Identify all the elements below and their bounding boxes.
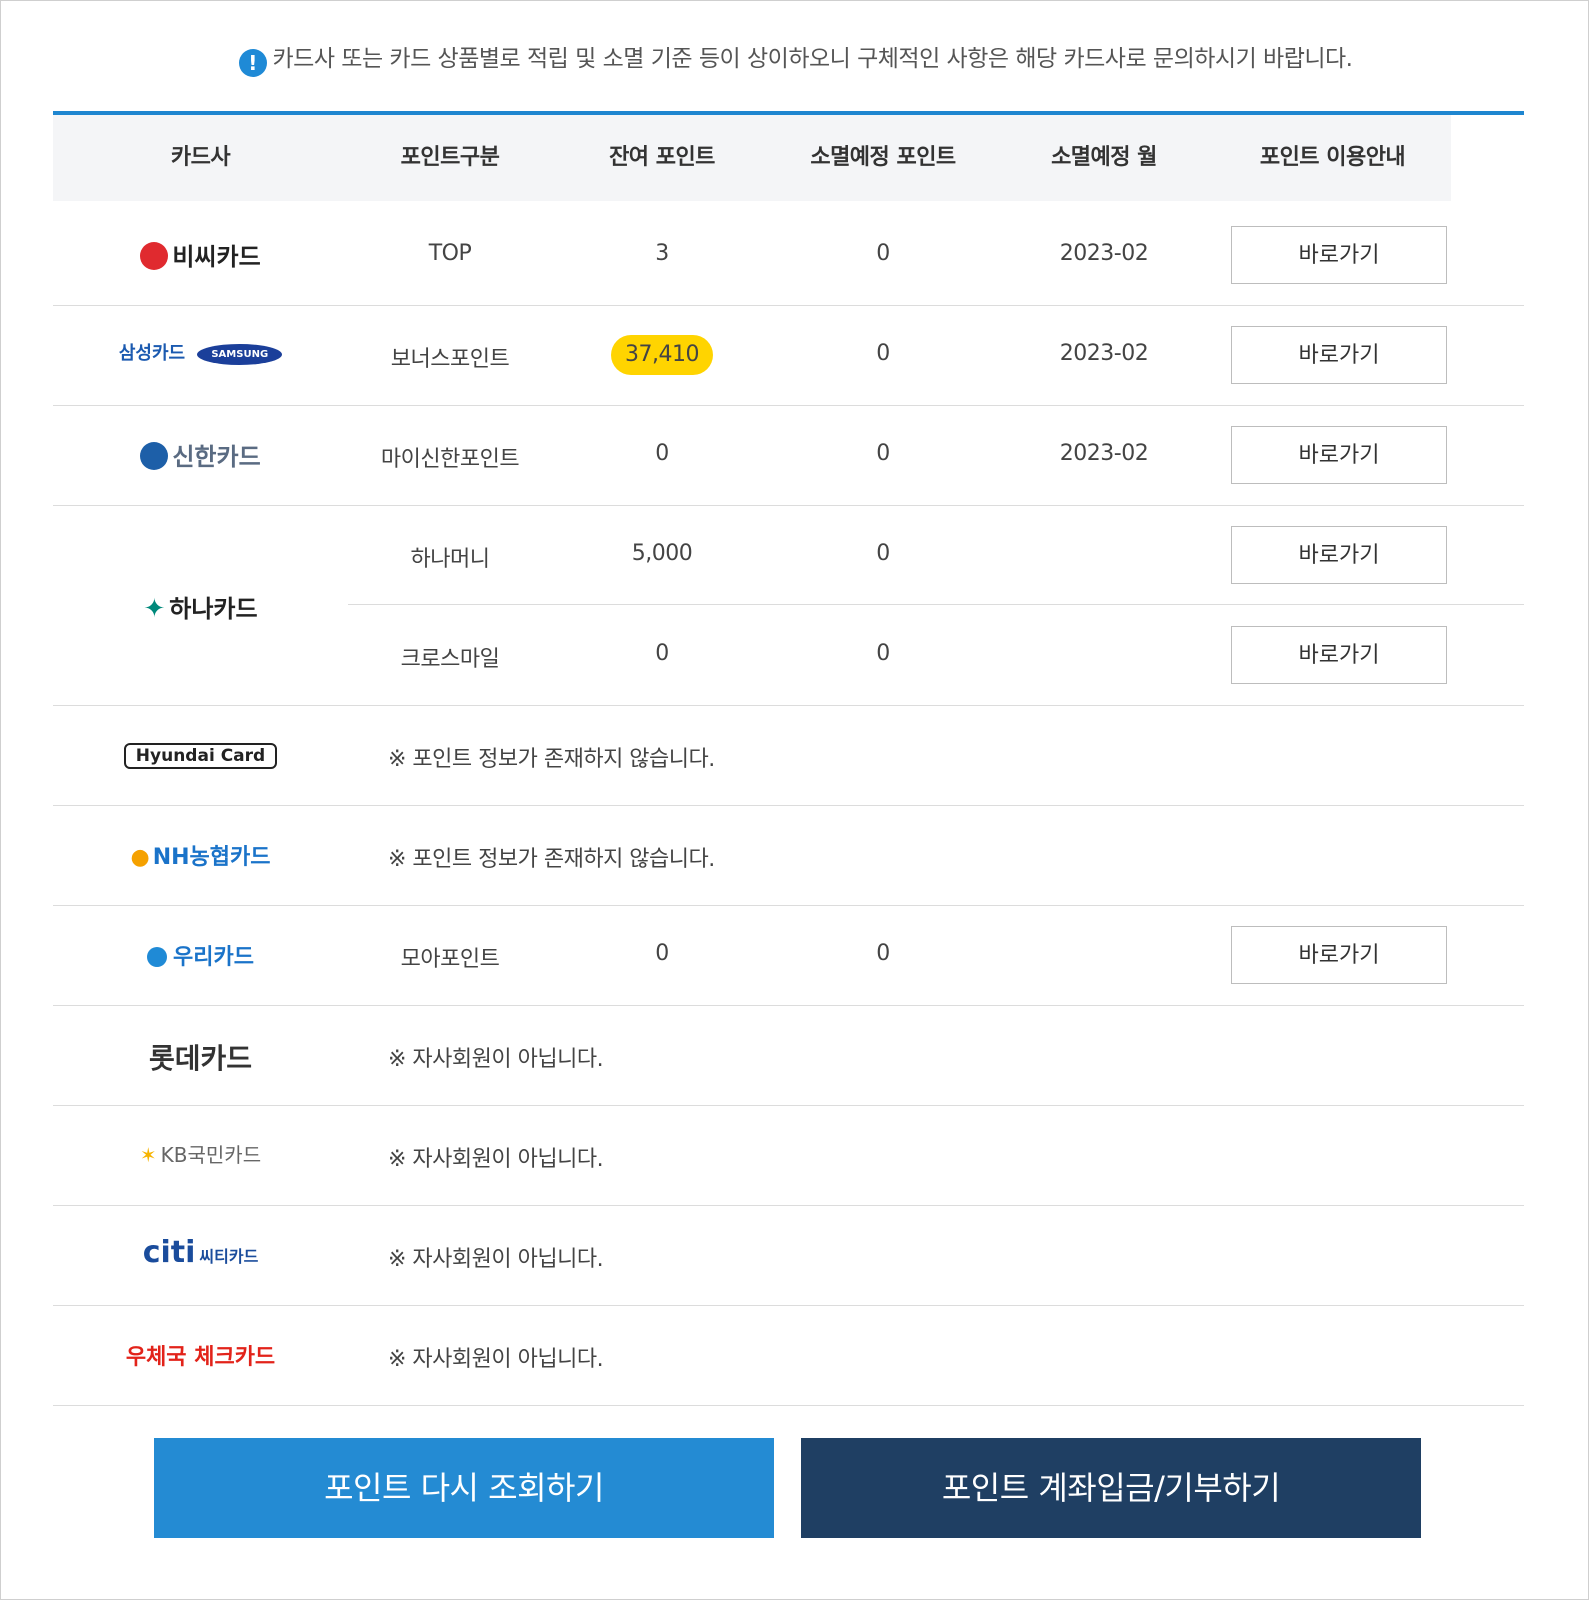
bc-logo-icon xyxy=(140,242,169,270)
goto-button[interactable]: 바로가기 xyxy=(1231,926,1447,984)
point-type: 하나머니 xyxy=(410,547,490,572)
header-point-type: 포인트구분 xyxy=(400,145,500,170)
expiring-points: 0 xyxy=(876,341,890,366)
woori-logo-icon xyxy=(147,947,168,967)
goto-button[interactable]: 바로가기 xyxy=(1231,226,1447,284)
expiring-month: 2023-02 xyxy=(1059,341,1149,366)
table-row: ✶ KB국민카드 ※ 자사회원이 아닙니다. xyxy=(53,1105,1524,1206)
point-inquiry-panel: ! 카드사 또는 카드 상품별로 적립 및 소멸 기준 등이 상이하오니 구체적인… xyxy=(0,0,1589,1600)
header-expiring-points: 소멸예정 포인트 xyxy=(810,145,956,170)
status-message: ※ 포인트 정보가 존재하지 않습니다. xyxy=(388,747,715,772)
table-row: ● NH농협카드 ※ 포인트 정보가 존재하지 않습니다. xyxy=(53,805,1524,906)
sub-row-divider xyxy=(348,604,1524,605)
deposit-donate-button[interactable]: 포인트 계좌입금/기부하기 xyxy=(801,1438,1421,1538)
card-points-table: 카드사 포인트구분 잔여 포인트 소멸예정 포인트 소멸예정 월 포인트 이용안… xyxy=(53,111,1524,1406)
status-message: ※ 자사회원이 아닙니다. xyxy=(388,1347,604,1372)
expiring-points: 0 xyxy=(876,241,890,266)
kb-card-logo: ✶ KB국민카드 xyxy=(139,1143,262,1167)
table-row: ✦ 하나카드 하나머니 5,000 0 바로가기 크로스마일 0 0 바로가기 xyxy=(53,505,1524,706)
notice-banner: ! 카드사 또는 카드 상품별로 적립 및 소멸 기준 등이 상이하오니 구체적인… xyxy=(1,39,1589,77)
header-balance: 잔여 포인트 xyxy=(609,145,715,170)
point-type: 크로스마일 xyxy=(400,647,500,672)
epost-card-logo: 우체국 체크카드 xyxy=(125,1345,276,1370)
samsung-card-logo: 삼성카드 SAMSUNG xyxy=(53,339,348,365)
refresh-points-button[interactable]: 포인트 다시 조회하기 xyxy=(154,1438,774,1538)
lotte-card-logo: 롯데카드 xyxy=(148,1042,253,1075)
expiring-points: 0 xyxy=(876,641,890,666)
point-type: TOP xyxy=(428,241,472,266)
hana-card-logo: ✦ 하나카드 xyxy=(143,594,258,624)
table-row: Hyundai Card ※ 포인트 정보가 존재하지 않습니다. xyxy=(53,705,1524,806)
balance: 0 xyxy=(655,941,669,966)
status-message: ※ 포인트 정보가 존재하지 않습니다. xyxy=(388,847,715,872)
goto-button[interactable]: 바로가기 xyxy=(1231,326,1447,384)
header-usage-guide: 포인트 이용안내 xyxy=(1259,145,1406,170)
header-expiring-month: 소멸예정 월 xyxy=(1051,145,1157,170)
notice-text: 카드사 또는 카드 상품별로 적립 및 소멸 기준 등이 상이하오니 구체적인 … xyxy=(272,46,1354,72)
table-row: 우리카드 모아포인트 0 0 바로가기 xyxy=(53,905,1524,1006)
hyundai-card-logo: Hyundai Card xyxy=(53,739,348,769)
table-row: 비씨카드 TOP 3 0 2023-02 바로가기 xyxy=(53,205,1524,306)
balance-highlight: 37,410 xyxy=(611,335,713,375)
info-icon: ! xyxy=(238,49,267,77)
expiring-points: 0 xyxy=(876,441,890,466)
balance: 37,410 xyxy=(552,335,772,375)
goto-button[interactable]: 바로가기 xyxy=(1231,626,1447,684)
kb-logo-star-icon: ✶ xyxy=(139,1143,157,1167)
goto-button[interactable]: 바로가기 xyxy=(1231,526,1447,584)
bc-card-logo: 비씨카드 xyxy=(53,237,348,272)
header-card-company: 카드사 xyxy=(170,145,231,170)
table-header: 카드사 포인트구분 잔여 포인트 소멸예정 포인트 소멸예정 월 포인트 이용안… xyxy=(53,115,1451,201)
balance: 3 xyxy=(655,241,669,266)
expiring-points: 0 xyxy=(876,941,890,966)
expiring-points: 0 xyxy=(876,541,890,566)
nh-logo-icon: ● xyxy=(130,845,150,870)
woori-card-logo: 우리카드 xyxy=(53,939,348,971)
expiring-month: 2023-02 xyxy=(1059,441,1149,466)
table-row: 롯데카드 ※ 자사회원이 아닙니다. xyxy=(53,1005,1524,1106)
citi-card-logo: citi 씨티카드 xyxy=(142,1235,259,1270)
status-message: ※ 자사회원이 아닙니다. xyxy=(388,1247,604,1272)
table-row: 우체국 체크카드 ※ 자사회원이 아닙니다. xyxy=(53,1305,1524,1406)
goto-button[interactable]: 바로가기 xyxy=(1231,426,1447,484)
point-type: 모아포인트 xyxy=(400,947,500,972)
status-message: ※ 자사회원이 아닙니다. xyxy=(388,1147,604,1172)
expiring-month: 2023-02 xyxy=(1059,241,1149,266)
status-message: ※ 자사회원이 아닙니다. xyxy=(388,1047,604,1072)
shinhan-logo-icon xyxy=(140,442,169,470)
hana-logo-icon: ✦ xyxy=(143,594,166,624)
table-row: 삼성카드 SAMSUNG 보너스포인트 37,410 0 2023-02 바로가… xyxy=(53,305,1524,406)
balance: 0 xyxy=(655,441,669,466)
balance: 0 xyxy=(655,641,669,666)
balance: 5,000 xyxy=(631,541,693,566)
shinhan-card-logo: 신한카드 xyxy=(53,437,348,472)
nh-card-logo: ● NH농협카드 xyxy=(130,845,271,870)
point-type: 보너스포인트 xyxy=(390,347,510,372)
samsung-logo-oval: SAMSUNG xyxy=(197,343,283,365)
point-type: 마이신한포인트 xyxy=(380,447,520,472)
table-row: citi 씨티카드 ※ 자사회원이 아닙니다. xyxy=(53,1205,1524,1306)
table-row: 신한카드 마이신한포인트 0 0 2023-02 바로가기 xyxy=(53,405,1524,506)
